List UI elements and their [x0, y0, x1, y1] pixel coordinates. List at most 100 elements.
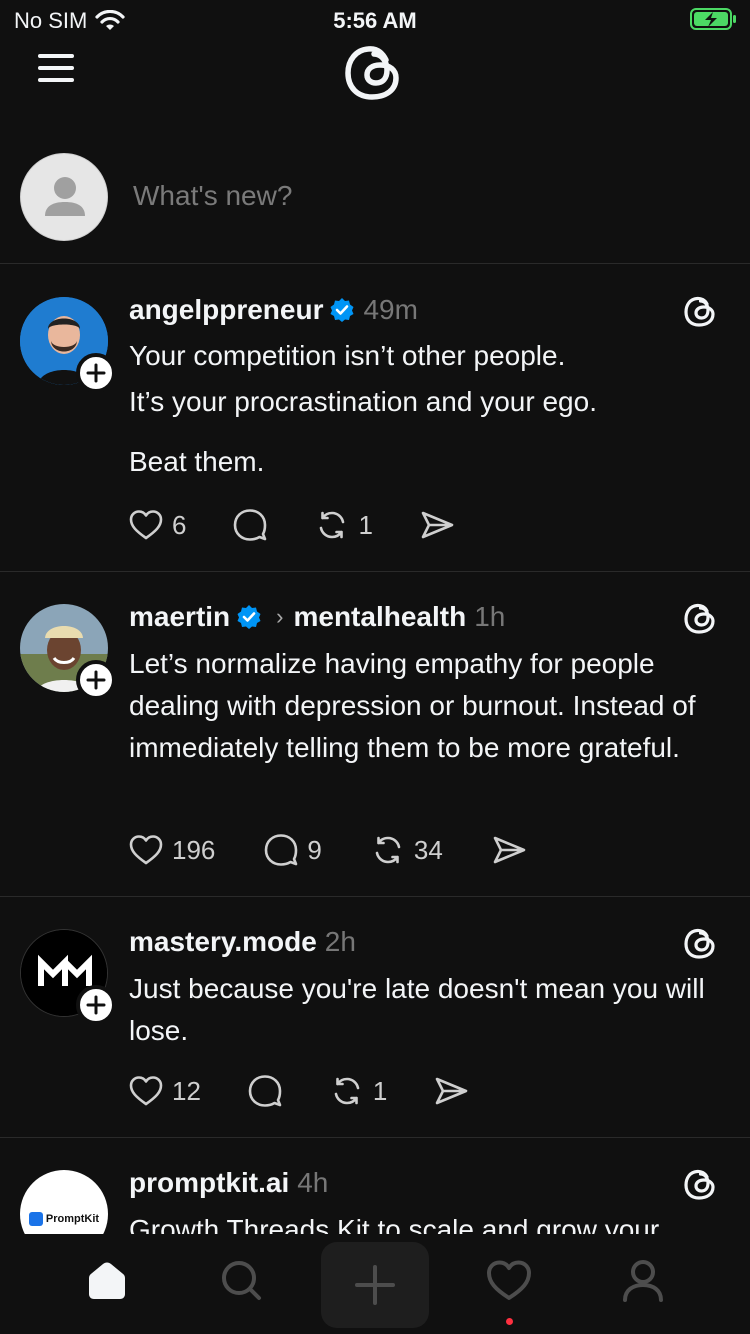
repost-icon [375, 836, 401, 864]
username[interactable]: angelppreneur [129, 294, 323, 326]
repost-icon [334, 1077, 360, 1105]
post-time: 49m [363, 294, 418, 325]
post-avatar-wrap[interactable] [20, 929, 116, 1025]
threads-logo-icon[interactable] [342, 40, 406, 104]
home-icon [89, 1262, 125, 1299]
repost-icon [320, 511, 345, 539]
send-icon [493, 836, 526, 864]
avatar-logo-text: PromptKit [45, 1213, 100, 1225]
post-actions: 196 9 34 [128, 830, 527, 870]
post-meta: mastery.mode 2h [129, 925, 356, 959]
post-text: Growth Threads Kit to scale and grow you… [129, 1214, 660, 1234]
like-count: 6 [172, 509, 187, 540]
user-avatar[interactable] [20, 153, 108, 241]
post-meta: promptkit.ai 4h [129, 1166, 328, 1200]
bottom-nav [0, 1234, 750, 1334]
menu-button[interactable] [38, 52, 74, 84]
plus-icon [355, 1265, 395, 1305]
post-text: Just because you're late doesn't mean yo… [129, 973, 705, 1046]
threads-icon[interactable] [682, 600, 718, 636]
comment-button[interactable] [247, 1073, 283, 1109]
threads-icon[interactable] [682, 293, 718, 329]
thread-post[interactable]: mastery.mode 2h Just because you're late… [0, 897, 750, 1138]
nav-activity[interactable] [479, 1250, 539, 1310]
post-text-line: Beat them. [129, 446, 265, 477]
like-count: 12 [172, 1075, 201, 1106]
new-thread-composer[interactable]: What's new? [0, 140, 750, 264]
community-name[interactable]: mentalhealth [293, 601, 466, 633]
chevron-right-icon: › [276, 604, 284, 629]
plus-icon [86, 363, 106, 383]
share-button[interactable] [419, 507, 455, 543]
plus-icon [86, 995, 106, 1015]
comment-icon [248, 1075, 282, 1107]
like-button[interactable]: 6 [128, 507, 186, 543]
profile-icon [623, 1260, 663, 1302]
post-text: Let’s normalize having empathy for peopl… [129, 648, 696, 763]
heart-icon [487, 1260, 531, 1300]
nav-home[interactable] [77, 1250, 137, 1310]
send-icon [436, 1077, 468, 1105]
status-time: 5:56 AM [333, 8, 417, 33]
post-text-line: Your competition isn’t other people. [129, 340, 566, 371]
status-bar: No SIM 5:56 AM [0, 0, 750, 40]
repost-count: 34 [413, 834, 443, 865]
post-text: Your competition isn’t other people. It’… [129, 335, 729, 483]
comment-icon [234, 509, 267, 541]
threads-icon[interactable] [682, 925, 718, 961]
username[interactable]: mastery.mode [129, 926, 317, 958]
share-button[interactable] [433, 1073, 469, 1109]
repost-count: 1 [358, 509, 373, 540]
promptkit-logo: PromptKit [28, 1212, 100, 1226]
heart-icon [129, 1076, 163, 1106]
send-icon [421, 511, 454, 539]
notification-dot [506, 1318, 513, 1325]
nav-search[interactable] [211, 1250, 271, 1310]
plus-icon [86, 670, 106, 690]
username[interactable]: promptkit.ai [129, 1167, 289, 1199]
thread-post[interactable]: angelppreneur 49m Your competition isn’t… [0, 265, 750, 572]
username[interactable]: maertin [129, 601, 230, 633]
search-icon [222, 1261, 261, 1300]
post-avatar-wrap[interactable] [20, 297, 116, 393]
post-actions: 12 1 [128, 1071, 469, 1111]
like-count: 196 [172, 834, 216, 865]
heart-icon [129, 510, 163, 540]
share-button[interactable] [491, 832, 527, 868]
like-button[interactable]: 196 [128, 832, 215, 868]
follow-button[interactable] [76, 985, 116, 1025]
thread-post[interactable]: PromptKit promptkit.ai 4h Growth Threads… [0, 1138, 750, 1234]
comment-button[interactable]: 9 [263, 832, 322, 868]
verified-badge-icon [330, 298, 354, 322]
repost-button[interactable]: 34 [370, 832, 443, 868]
document-icon [28, 1212, 43, 1226]
thread-post[interactable]: maertin › mentalhealth 1h Let’s normaliz… [0, 572, 750, 897]
post-text-line: It’s your procrastination and your ego. [129, 386, 597, 417]
follow-button[interactable] [76, 353, 116, 393]
post-meta: maertin › mentalhealth 1h [129, 600, 505, 634]
battery-icon [690, 8, 736, 30]
comment-button[interactable] [232, 507, 268, 543]
comment-icon [265, 834, 298, 866]
nav-compose[interactable] [321, 1242, 429, 1328]
threads-icon[interactable] [682, 1166, 718, 1202]
post-time: 1h [474, 601, 506, 632]
post-actions: 6 1 [128, 505, 455, 545]
heart-icon [129, 835, 163, 865]
comment-count: 9 [307, 834, 322, 865]
post-avatar-wrap[interactable]: PromptKit [20, 1170, 110, 1234]
nav-profile[interactable] [613, 1250, 673, 1310]
composer-placeholder[interactable]: What's new? [133, 180, 292, 212]
post-time: 2h [324, 926, 356, 957]
repost-count: 1 [372, 1075, 388, 1106]
verified-badge-icon [237, 605, 261, 629]
post-meta: angelppreneur 49m [129, 293, 418, 327]
default-avatar-icon [45, 177, 85, 216]
repost-button[interactable]: 1 [314, 507, 373, 543]
avatar[interactable]: PromptKit [20, 1170, 108, 1234]
like-button[interactable]: 12 [128, 1073, 201, 1109]
follow-button[interactable] [76, 660, 116, 700]
post-time: 4h [297, 1167, 329, 1198]
post-avatar-wrap[interactable] [20, 604, 116, 700]
repost-button[interactable]: 1 [329, 1073, 387, 1109]
